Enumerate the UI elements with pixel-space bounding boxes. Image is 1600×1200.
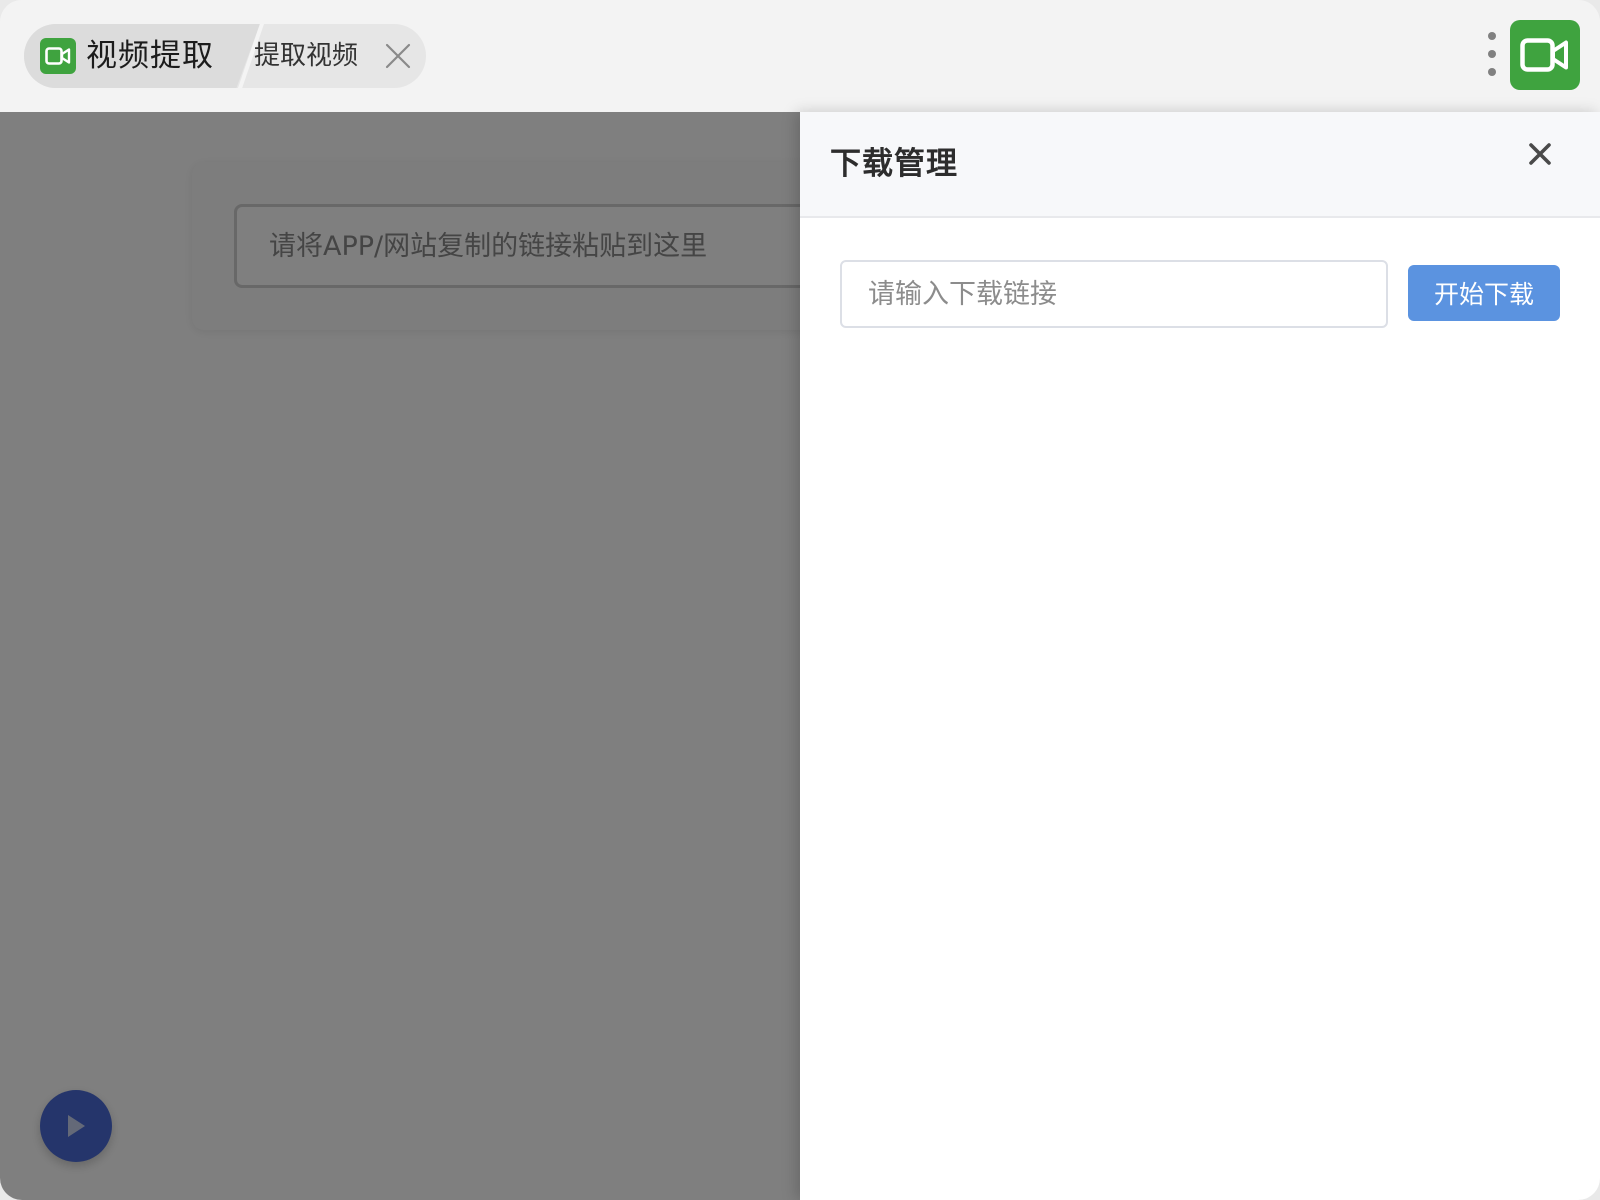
app-window: 视频提取 提取视频 请将APP/网站复制的链接粘贴到这里 下载管理 请输入下载链… bbox=[0, 0, 1600, 1200]
close-icon[interactable] bbox=[384, 42, 412, 70]
tab-group: 视频提取 提取视频 bbox=[24, 24, 426, 88]
video-camera-icon bbox=[40, 38, 76, 74]
start-download-button[interactable]: 开始下载 bbox=[1408, 265, 1560, 321]
tab-extract-video[interactable]: 提取视频 bbox=[254, 24, 358, 88]
tab-title-main: 视频提取 bbox=[86, 38, 214, 74]
video-camera-icon[interactable] bbox=[1510, 20, 1580, 90]
more-vertical-icon[interactable] bbox=[1484, 32, 1500, 76]
title-bar: 视频提取 提取视频 bbox=[0, 0, 1600, 112]
close-icon[interactable] bbox=[1524, 138, 1556, 170]
drawer-title: 下载管理 bbox=[830, 146, 958, 182]
modal-overlay[interactable] bbox=[0, 112, 800, 1200]
drawer-header: 下载管理 bbox=[800, 112, 1600, 218]
download-link-input[interactable] bbox=[840, 260, 1388, 328]
